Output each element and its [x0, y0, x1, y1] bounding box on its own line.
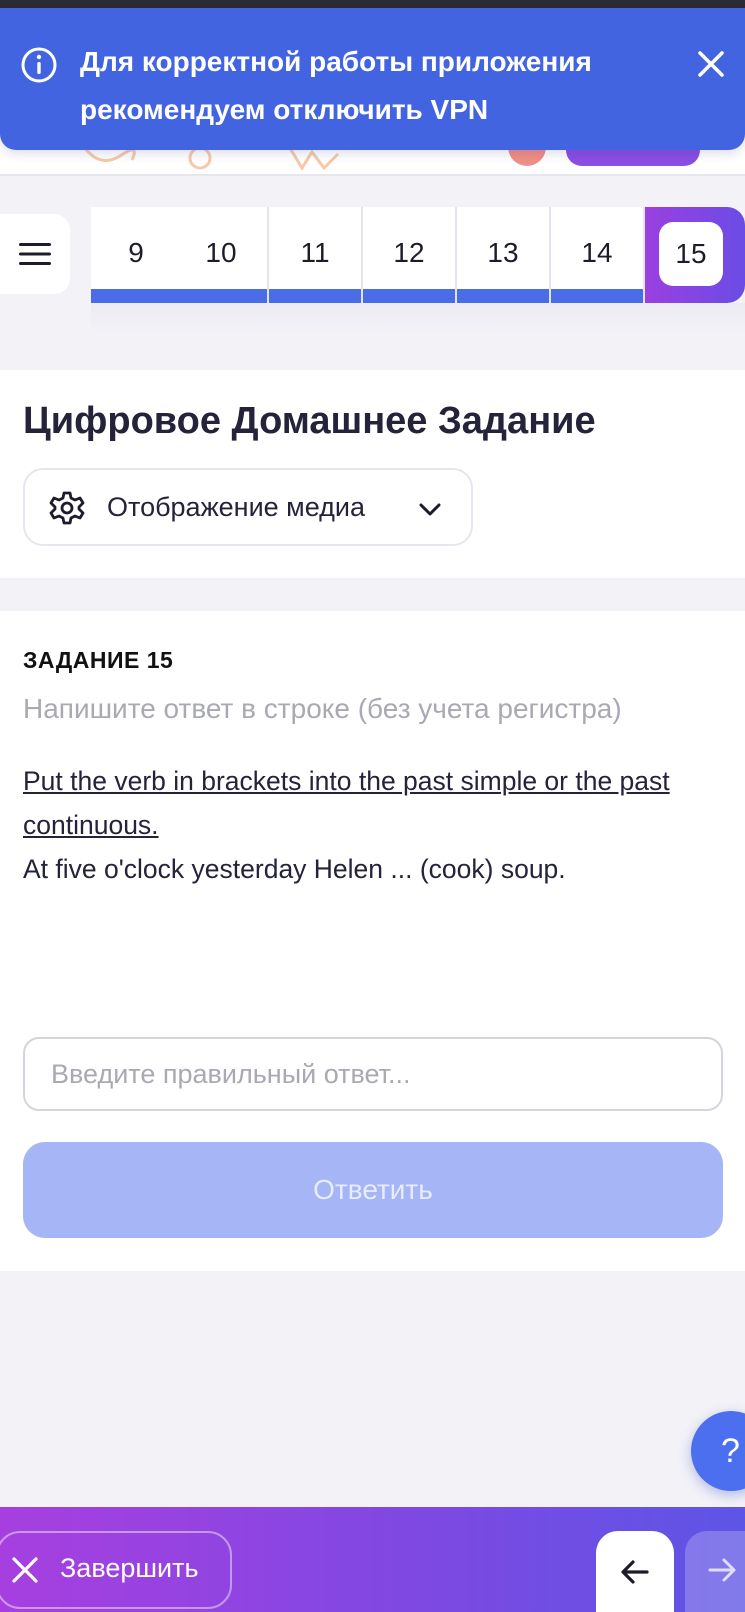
step-answered-bar	[269, 289, 361, 303]
step-answered-bar	[91, 289, 181, 303]
hamburger-menu-icon	[19, 243, 51, 265]
question-navigation: 9 10 11 12 13 14 15	[91, 207, 745, 303]
step-13[interactable]: 13	[457, 207, 551, 303]
step-label: 10	[205, 237, 237, 268]
info-icon	[21, 47, 57, 83]
submit-button[interactable]: Ответить	[23, 1142, 723, 1238]
answer-input[interactable]	[23, 1037, 723, 1111]
step-11[interactable]: 11	[269, 207, 363, 303]
task-question: At five o'clock yesterday Helen ... (coo…	[23, 854, 566, 884]
navigation-shadow	[91, 303, 745, 333]
task-hint: Напишите ответ в строке (без учета регис…	[23, 693, 622, 724]
task-instruction: Put the verb in brackets into the past s…	[23, 766, 670, 840]
step-15-current[interactable]: 15	[645, 207, 745, 303]
step-10[interactable]: 10	[175, 207, 269, 303]
arrow-right-icon	[708, 1558, 736, 1582]
step-answered-bar	[363, 289, 455, 303]
step-label: 12	[393, 237, 425, 268]
step-label: 9	[128, 237, 144, 268]
step-label: 13	[487, 237, 519, 268]
step-9[interactable]: 9	[91, 207, 183, 303]
close-icon	[12, 1557, 38, 1583]
finish-label: Завершить	[60, 1553, 199, 1583]
step-12[interactable]: 12	[363, 207, 457, 303]
help-button[interactable]: ?	[691, 1411, 745, 1491]
finish-button[interactable]: Завершить	[0, 1531, 232, 1609]
task-card: ЗАДАНИЕ 15 Напишите ответ в строке (без …	[0, 611, 745, 1271]
banner-message: Для корректной работы приложения рекомен…	[80, 46, 592, 125]
header-card: Цифровое Домашнее Задание Отображение ме…	[0, 370, 745, 578]
media-display-dropdown[interactable]: Отображение медиа	[23, 468, 473, 546]
step-answered-bar	[457, 289, 549, 303]
previous-button[interactable]	[596, 1531, 674, 1612]
step-14[interactable]: 14	[551, 207, 645, 303]
close-icon[interactable]	[695, 48, 727, 80]
step-answered-bar	[175, 289, 267, 303]
step-answered-bar	[551, 289, 643, 303]
menu-button[interactable]	[0, 214, 70, 294]
status-strip	[0, 0, 745, 8]
step-label: 15	[659, 222, 723, 286]
chevron-down-icon	[419, 503, 441, 516]
media-display-label: Отображение медиа	[107, 492, 366, 522]
step-label: 14	[581, 237, 613, 268]
step-label: 11	[300, 237, 330, 268]
bottom-toolbar: Завершить	[0, 1507, 745, 1612]
gear-icon	[49, 491, 85, 525]
vpn-warning-banner: Для корректной работы приложения рекомен…	[0, 8, 745, 150]
page-title: Цифровое Домашнее Задание	[23, 400, 596, 442]
arrow-left-icon	[621, 1559, 649, 1584]
next-button[interactable]	[685, 1531, 745, 1612]
task-number: ЗАДАНИЕ 15	[23, 647, 174, 673]
